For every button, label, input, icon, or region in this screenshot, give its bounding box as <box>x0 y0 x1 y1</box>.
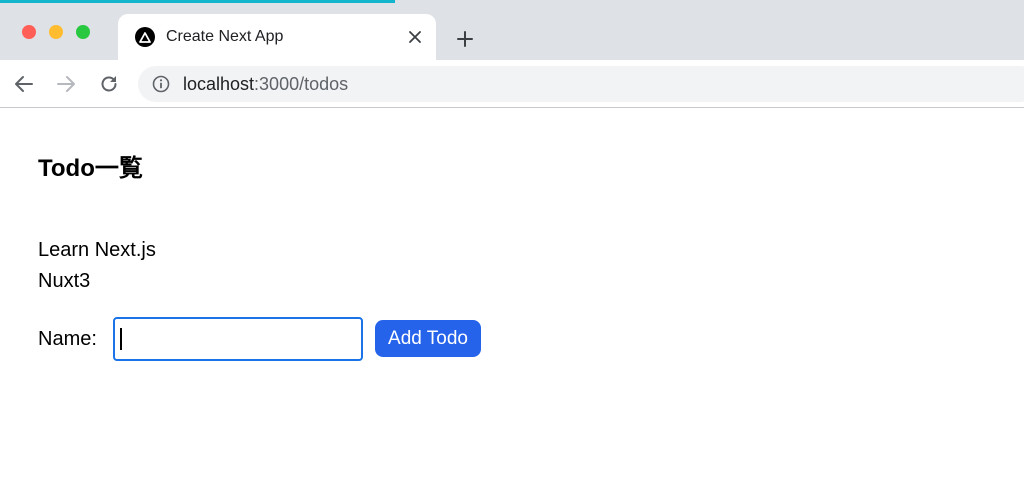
top-accent-bar <box>0 0 395 3</box>
tab-strip: Create Next App <box>0 0 1024 60</box>
browser-window: Create Next App localhost:3000/todos Tod… <box>0 0 1024 478</box>
url-path: :3000/todos <box>254 74 349 94</box>
nextjs-triangle-icon <box>135 27 155 47</box>
maximize-window-button[interactable] <box>76 25 90 39</box>
browser-toolbar: localhost:3000/todos <box>0 60 1024 108</box>
arrow-left-icon[interactable] <box>12 72 36 96</box>
close-window-button[interactable] <box>22 25 36 39</box>
plus-icon[interactable] <box>452 26 478 52</box>
address-url: localhost:3000/todos <box>183 74 348 94</box>
info-icon[interactable] <box>152 75 170 93</box>
text-caret <box>120 328 122 350</box>
list-item: Learn Next.js <box>38 239 156 261</box>
minimize-window-button[interactable] <box>49 25 63 39</box>
page-title: Todo一覧 <box>38 155 143 182</box>
add-todo-button[interactable]: Add Todo <box>375 320 481 357</box>
tab-title: Create Next App <box>166 28 284 45</box>
list-item: Nuxt3 <box>38 270 91 292</box>
name-input[interactable] <box>113 317 363 361</box>
address-bar[interactable]: localhost:3000/todos <box>138 66 1024 102</box>
page-content: Todo一覧 Learn Next.js Nuxt3 Name: Add Tod… <box>38 108 998 478</box>
todo-list: Learn Next.js Nuxt3 <box>38 235 156 297</box>
url-host: localhost <box>183 74 255 94</box>
add-todo-form: Name: Add Todo <box>38 317 738 361</box>
close-icon[interactable] <box>404 26 426 48</box>
browser-tab[interactable]: Create Next App <box>118 14 436 60</box>
arrow-right-icon[interactable] <box>54 72 78 96</box>
name-label: Name: <box>38 328 97 350</box>
reload-icon[interactable] <box>97 72 121 96</box>
